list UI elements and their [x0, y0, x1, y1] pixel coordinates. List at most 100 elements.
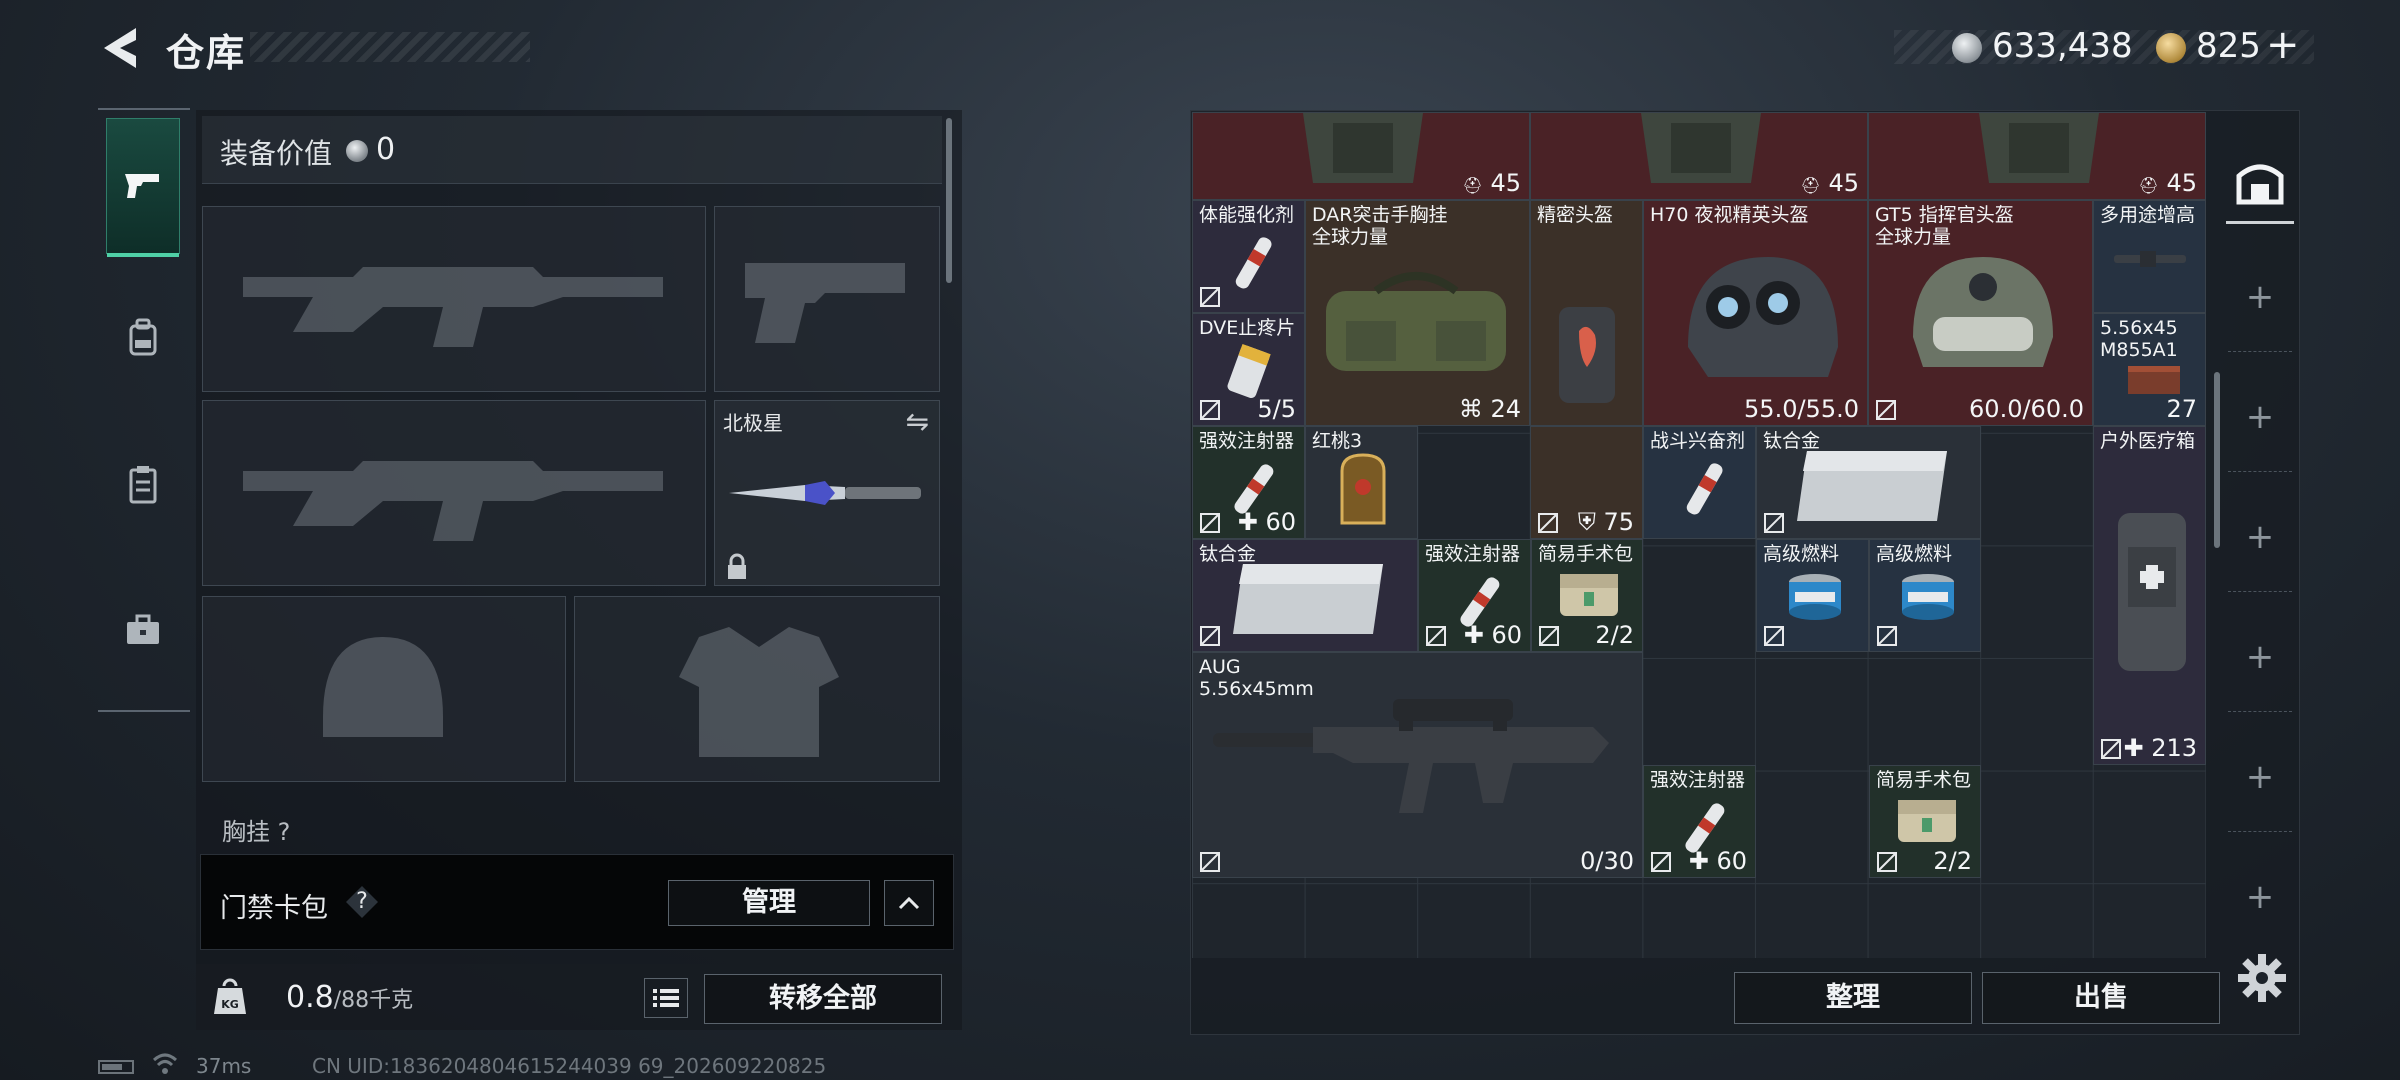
stash-item-gt5-helmet[interactable]: GT5 指挥官头盔 全球力量 60.0/60.0: [1868, 200, 2093, 426]
stash-item-dve-painkiller[interactable]: DVE止疼片 5/5: [1192, 313, 1305, 426]
stash-item-armor-durability[interactable]: ⛨ 75: [1530, 426, 1643, 539]
rifle-silhouette-icon: [243, 461, 663, 541]
swap-icon[interactable]: ⇋: [906, 405, 929, 438]
stash-item-outdoor-medkit[interactable]: 户外医疗箱 ✚ 213: [2093, 426, 2206, 765]
equipment-scrollbar[interactable]: [946, 118, 952, 283]
stash-item-red-peach-card[interactable]: 红桃3: [1305, 426, 1418, 539]
tab-toolbox[interactable]: [106, 562, 180, 698]
gold-amount: 825: [2196, 26, 2261, 66]
tab-clipboard[interactable]: [106, 416, 180, 552]
add-stash-tab-button[interactable]: +: [2228, 722, 2292, 832]
stash-item-surgery-kit[interactable]: 简易手术包 2/2: [1869, 765, 1981, 878]
add-stash-tab-button[interactable]: +: [2228, 482, 2292, 592]
no-trade-icon: [1764, 513, 1784, 533]
stash-item-dar-rig[interactable]: DAR突击手胸挂 全球力量 ⌘ 24: [1305, 200, 1530, 426]
stash-item-multi-tool[interactable]: 多用途增高: [2093, 200, 2206, 313]
helmet-silhouette-icon: [323, 637, 443, 737]
card-icon: [1340, 453, 1386, 525]
list-view-button[interactable]: [644, 978, 688, 1018]
chest-rig-label: 胸挂 ?: [222, 818, 291, 846]
metal-plate-icon: [1797, 451, 1947, 521]
add-stash-tab-button[interactable]: +: [2228, 242, 2292, 352]
silver-amount: 633,438: [1992, 26, 2133, 66]
transfer-all-button[interactable]: 转移全部: [704, 974, 942, 1024]
stash-item-titanium-alloy[interactable]: 钛合金: [1756, 426, 1981, 539]
no-trade-icon: [1200, 287, 1220, 307]
fuel-can-icon: [1902, 574, 1954, 620]
no-trade-icon: [2101, 739, 2121, 759]
settings-button[interactable]: [2236, 952, 2288, 1004]
night-vision-helmet-icon: [1688, 257, 1838, 377]
commander-helmet-icon: [1913, 257, 2053, 367]
stash-item-ammo-556[interactable]: 5.56x45 M855A1 27: [2093, 313, 2206, 426]
back-button[interactable]: [96, 22, 144, 74]
tactical-vest-icon: [1641, 113, 1761, 183]
rifle-silhouette-icon: [243, 267, 663, 347]
stash-item-surgery-kit[interactable]: 简易手术包 2/2: [1531, 539, 1643, 652]
stash-item-precision-helmet[interactable]: 精密头盔: [1530, 200, 1643, 426]
stash-item-premium-fuel[interactable]: 高级燃料: [1756, 539, 1869, 652]
no-trade-icon: [1538, 513, 1558, 533]
armor-plate-icon: [1559, 307, 1615, 403]
nav-divider-top: [98, 108, 190, 110]
stash-item-vest-c[interactable]: ⛑ 45: [1868, 112, 2206, 200]
tab-backpack[interactable]: [106, 270, 180, 406]
pouch-icon: [1560, 574, 1618, 616]
add-gold-button[interactable]: +: [2266, 22, 2300, 68]
no-trade-icon: [1764, 626, 1784, 646]
gold-coin-icon: [2156, 33, 2186, 63]
add-stash-tab-button[interactable]: +: [2228, 842, 2292, 952]
backpack-icon: [129, 318, 157, 356]
metal-plate-icon: [1233, 564, 1383, 634]
sort-button[interactable]: 整理: [1734, 972, 1972, 1024]
helmet-slot[interactable]: [202, 596, 566, 782]
warehouse-icon: [2236, 164, 2284, 204]
stash-scrollbar[interactable]: [2214, 372, 2220, 548]
stash-grid: ⛑ 45 ⛑ 45 ⛑ 45 体能强化剂 DAR突击手胸挂 全球力量 ⌘ 24 精…: [1192, 112, 2206, 958]
no-trade-icon: [1877, 626, 1897, 646]
knife-icon: [729, 481, 921, 505]
pistol-silhouette-icon: [745, 263, 905, 343]
secondary-weapon-slot[interactable]: [202, 400, 706, 586]
armor-slot[interactable]: [574, 596, 940, 782]
stash-tab-main[interactable]: [2226, 140, 2294, 224]
toolbox-icon: [127, 614, 159, 644]
stash-item-aug-rifle[interactable]: AUG 5.56x45mm 0/30: [1192, 652, 1643, 878]
stash-item-injector[interactable]: 强效注射器 ✚ 60: [1418, 539, 1531, 652]
svg-text:KG: KG: [221, 998, 239, 1011]
collapse-button[interactable]: [884, 880, 934, 926]
stash-item-injector[interactable]: 强效注射器 ✚ 60: [1192, 426, 1305, 539]
clipboard-icon: [129, 466, 157, 504]
tactical-vest-icon: [1303, 113, 1423, 183]
lock-icon: [728, 553, 746, 579]
title-decoration: [250, 32, 530, 62]
primary-weapon-slot[interactable]: [202, 206, 706, 392]
tab-weapons[interactable]: [106, 118, 180, 257]
stash-item-stamina-booster[interactable]: 体能强化剂: [1192, 200, 1305, 313]
stash-item-h70-helmet[interactable]: H70 夜视精英头盔 55.0/55.0: [1643, 200, 1868, 426]
no-trade-icon: [1200, 852, 1220, 872]
melee-slot[interactable]: 北极星 ⇋: [714, 400, 940, 586]
add-stash-tab-button[interactable]: +: [2228, 602, 2292, 712]
tactical-vest-icon: [1979, 113, 2099, 183]
stash-item-titanium-alloy[interactable]: 钛合金: [1192, 539, 1418, 652]
add-stash-tab-button[interactable]: +: [2228, 362, 2292, 472]
ping-readout: 37ms: [196, 1054, 252, 1078]
syringe-icon: [1686, 463, 1723, 515]
stash-item-vest-a[interactable]: ⛑ 45: [1192, 112, 1530, 200]
no-trade-icon: [1539, 626, 1559, 646]
aug-rifle-icon: [1213, 699, 1609, 813]
manage-button[interactable]: 管理: [668, 880, 870, 926]
sell-button[interactable]: 出售: [1982, 972, 2220, 1024]
stash-item-premium-fuel[interactable]: 高级燃料: [1869, 539, 1981, 652]
chevron-up-icon: [898, 896, 920, 910]
no-trade-icon: [1200, 513, 1220, 533]
stash-item-combat-stim[interactable]: 战斗兴奋剂: [1643, 426, 1756, 539]
medkit-pouch-icon: [2118, 513, 2186, 671]
weight-kg-icon: KG: [214, 978, 246, 1014]
stash-item-vest-b[interactable]: ⛑ 45: [1530, 112, 1868, 200]
sidearm-slot[interactable]: [714, 206, 940, 392]
stash-item-injector[interactable]: 强效注射器 ✚ 60: [1643, 765, 1756, 878]
wifi-icon: [152, 1053, 178, 1074]
uid-readout: CN UID:1836204804615244039 69_2026092208…: [312, 1054, 827, 1078]
